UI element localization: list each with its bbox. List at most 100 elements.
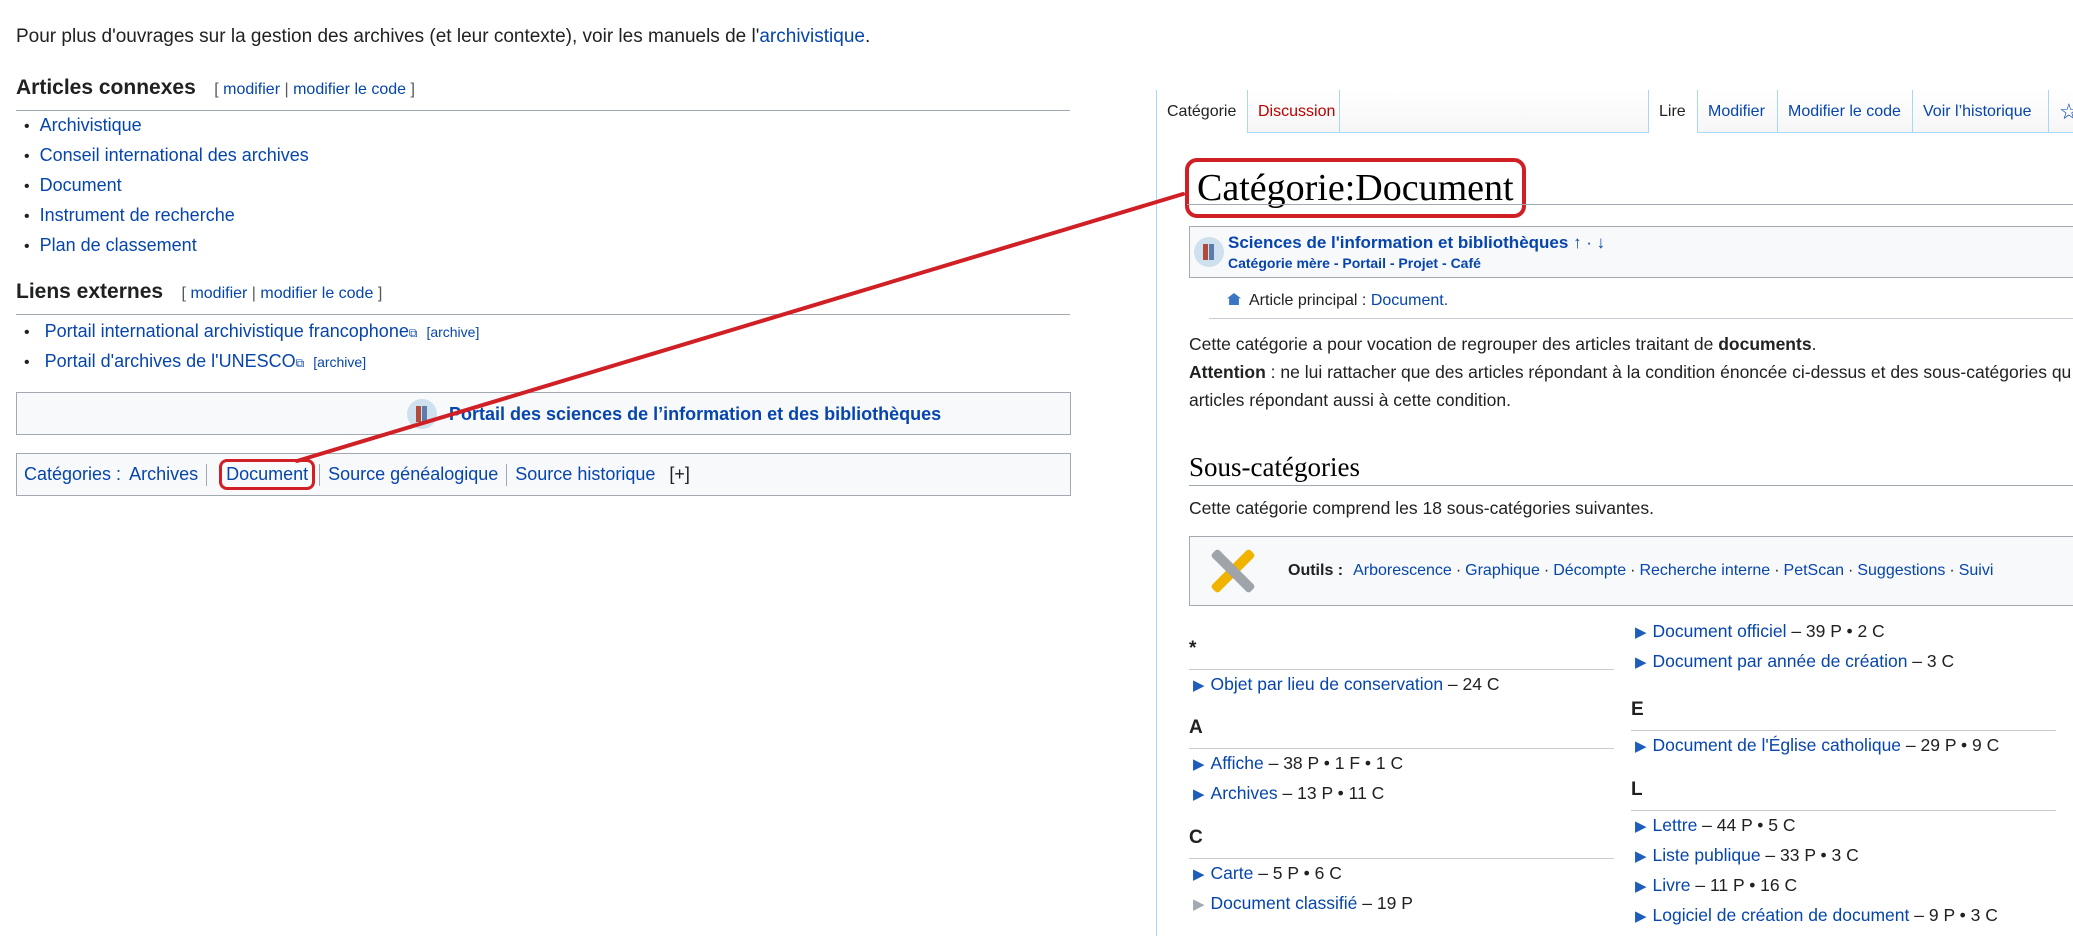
group-letter: A [1189, 717, 1203, 738]
attention-text-line2: articles répondant aussi à cette conditi… [1189, 390, 1511, 410]
tab-discussion[interactable]: Discussion [1248, 90, 1340, 132]
page-tabs: Catégorie Discussion Lire Modifier Modif… [1157, 90, 2073, 133]
parent-category-mother-link[interactable]: Catégorie mère [1228, 255, 1330, 271]
subcategory-entry: ▶ Objet par lieu de conservation – 24 C [1193, 674, 1499, 695]
external-links-list: Portail international archivistique fran… [24, 316, 480, 376]
related-link-document[interactable]: Document [40, 175, 122, 195]
portal-link[interactable]: Portail [1342, 255, 1386, 271]
project-link[interactable]: Projet [1398, 255, 1438, 271]
portal-link[interactable]: Portail des sciences de l’information et… [449, 404, 941, 425]
subcategory-entry: ▶ Document par année de création – 3 C [1635, 651, 1954, 672]
category-link-document[interactable]: Document [219, 459, 316, 490]
related-link-plan[interactable]: Plan de classement [40, 235, 197, 255]
related-edit-code-link[interactable]: modifier le code [293, 81, 406, 98]
expand-triangle-icon[interactable]: ▶ [1635, 848, 1647, 865]
tool-link-decompte[interactable]: Décompte [1553, 562, 1626, 579]
edit-open-bracket: [ [181, 285, 186, 302]
expand-triangle-icon[interactable]: ▶ [1635, 908, 1647, 925]
tool-link-suggestions[interactable]: Suggestions [1857, 562, 1945, 579]
related-articles-heading: Articles connexes [16, 76, 196, 99]
external-link-unesco[interactable]: Portail d'archives de l'UNESCO [45, 351, 296, 371]
external-link-archivistique-francophone[interactable]: Portail international archivistique fran… [45, 321, 409, 341]
expand-triangle-icon[interactable]: ▶ [1635, 624, 1647, 641]
tab-history[interactable]: Voir l’historique [1913, 90, 2049, 132]
library-books-icon [1194, 237, 1224, 267]
subcategories-divider [1189, 485, 2073, 486]
main-article-link[interactable]: Document [1371, 292, 1444, 309]
subcategory-link[interactable]: Document officiel [1653, 621, 1787, 641]
subcategory-count: – 44 P • 5 C [1697, 815, 1796, 835]
tool-link-arborescence[interactable]: Arborescence [1353, 562, 1452, 579]
expand-triangle-icon[interactable]: ▶ [1193, 677, 1205, 694]
subcategory-link[interactable]: Document de l'Église catholique [1653, 735, 1902, 755]
subcategory-link[interactable]: Affiche [1211, 753, 1264, 773]
external-link-icon: ⧉ [295, 356, 305, 370]
group-letter: * [1189, 638, 1197, 659]
link-separator: - [1438, 255, 1451, 271]
subcategory-link[interactable]: Carte [1211, 863, 1254, 883]
tool-link-suivi[interactable]: Suivi [1959, 562, 1994, 579]
category-link-source-genealogique[interactable]: Source généalogique [328, 464, 498, 485]
related-link-instrument[interactable]: Instrument de recherche [40, 205, 235, 225]
home-icon [1227, 293, 1241, 305]
main-article-hatnote: Article principal : Document. [1227, 292, 1448, 310]
subcategory-link[interactable]: Liste publique [1653, 845, 1761, 865]
tab-edit[interactable]: Modifier [1698, 90, 1778, 132]
subcategory-link[interactable]: Archives [1211, 783, 1278, 803]
subcategory-entry: ▶ Archives – 13 P • 11 C [1193, 783, 1384, 804]
parent-category-link[interactable]: Sciences de l'information et bibliothèqu… [1228, 233, 1568, 252]
parent-category-title: Sciences de l'information et bibliothèqu… [1228, 233, 1605, 253]
tab-category[interactable]: Catégorie [1157, 90, 1248, 133]
tab-edit-source[interactable]: Modifier le code [1778, 90, 1913, 132]
category-link-source-historique[interactable]: Source historique [515, 464, 655, 485]
related-link-conseil[interactable]: Conseil international des archives [40, 145, 309, 165]
tool-link-petscan[interactable]: PetScan [1784, 562, 1844, 579]
categories-label-link[interactable]: Catégories : [24, 464, 121, 485]
archive-link[interactable]: [archive] [426, 324, 479, 340]
expand-triangle-icon[interactable]: ▶ [1635, 818, 1647, 835]
tab-read[interactable]: Lire [1648, 90, 1698, 133]
subcategory-entry: ▶ Logiciel de création de document – 9 P … [1635, 905, 1998, 926]
category-link-archives[interactable]: Archives [129, 464, 198, 485]
external-edit-code-link[interactable]: modifier le code [260, 285, 373, 302]
expand-triangle-icon[interactable]: ▶ [1193, 756, 1205, 773]
archivistique-link[interactable]: archivistique [759, 26, 865, 47]
related-articles-list: Archivistique Conseil international des … [24, 110, 309, 260]
category-separator [319, 463, 321, 486]
tools-links: Arborescence · Graphique · Décompte · Recherch… [1353, 562, 1994, 579]
subcategory-entry: ▶ Lettre – 44 P • 5 C [1635, 815, 1796, 836]
tool-link-recherche-interne[interactable]: Recherche interne [1639, 562, 1770, 579]
subcategory-entry: ▶ Document officiel – 39 P • 2 C [1635, 621, 1885, 642]
parent-category-links: Catégorie mère - Portail - Projet - Café [1228, 255, 1481, 271]
expand-hidden-categories-toggle[interactable]: [+] [669, 464, 690, 485]
watch-star-button[interactable]: ☆ [2049, 90, 2073, 132]
subcategory-link[interactable]: Logiciel de création de document [1653, 905, 1910, 925]
expand-triangle-icon[interactable]: ▶ [1635, 738, 1647, 755]
subcategory-link[interactable]: Document par année de création [1653, 651, 1908, 671]
attention-text-line1: : ne lui rattacher que des articles répo… [1265, 362, 2072, 382]
navigation-arrows[interactable]: ↑ · ↓ [1573, 233, 1605, 252]
tool-link-graphique[interactable]: Graphique [1465, 562, 1540, 579]
expand-triangle-icon[interactable]: ▶ [1193, 866, 1205, 883]
external-edit-link[interactable]: modifier [190, 285, 247, 302]
expand-triangle-icon[interactable]: ▶ [1635, 654, 1647, 671]
group-letter: L [1631, 779, 1643, 800]
cafe-link[interactable]: Café [1451, 255, 1481, 271]
expand-triangle-icon[interactable]: ▶ [1635, 878, 1647, 895]
archive-link[interactable]: [archive] [313, 354, 366, 370]
related-link-archivistique[interactable]: Archivistique [40, 115, 142, 135]
edit-open-bracket: [ [214, 81, 219, 98]
related-edit-link[interactable]: modifier [223, 81, 280, 98]
expand-triangle-icon[interactable]: ▶ [1193, 786, 1205, 803]
empty-triangle-icon: ▶ [1193, 896, 1205, 913]
subcategory-link[interactable]: Livre [1653, 875, 1691, 895]
subcategory-link[interactable]: Document classifié [1211, 893, 1358, 913]
subcategory-link[interactable]: Lettre [1653, 815, 1698, 835]
subcategory-link[interactable]: Objet par lieu de conservation [1211, 674, 1444, 694]
group-divider [1189, 748, 1614, 749]
intro-text: Pour plus d'ouvrages sur la gestion des … [16, 26, 870, 48]
subcategories-heading: Sous-catégories [1189, 452, 1360, 482]
category-separator [506, 463, 508, 486]
hatnote-divider [1209, 318, 2073, 319]
category-page-panel: Catégorie Discussion Lire Modifier Modif… [1156, 90, 2073, 936]
